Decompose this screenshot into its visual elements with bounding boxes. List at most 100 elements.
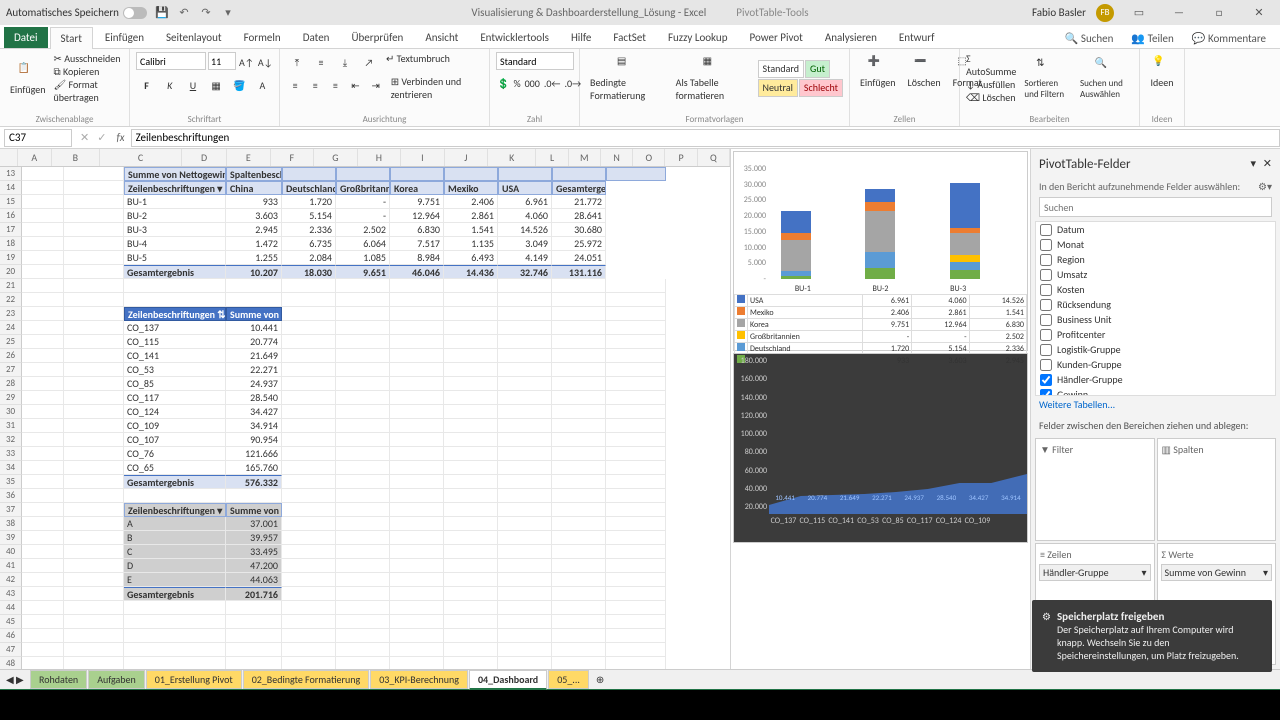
align-top-icon[interactable]: ⤒: [286, 52, 308, 72]
font-size-input[interactable]: [208, 52, 236, 70]
merge-button[interactable]: ⊞ Verbinden und zentrieren: [391, 75, 483, 101]
value-field-item[interactable]: Summe von Gewinn▾: [1161, 564, 1273, 581]
confirm-formula-icon[interactable]: ✓: [93, 131, 110, 144]
field-checkbox[interactable]: [1040, 389, 1052, 397]
avatar[interactable]: FB: [1096, 4, 1114, 22]
table-format-button[interactable]: ▦Als Tabelle formatieren: [672, 52, 754, 104]
border-button[interactable]: ▦: [206, 75, 227, 95]
autosave-toggle[interactable]: Automatisches Speichern: [6, 6, 147, 19]
tab-file[interactable]: Datei: [4, 27, 48, 48]
autosum-button[interactable]: Σ AutoSumme: [966, 52, 1016, 78]
cancel-formula-icon[interactable]: ✕: [76, 131, 93, 144]
sort-filter-button[interactable]: ⇅Sortieren und Filtern: [1020, 54, 1072, 102]
tab-layout[interactable]: Seitenlayout: [156, 27, 232, 48]
tab-review[interactable]: Überprüfen: [341, 27, 413, 48]
close-icon[interactable]: ✕: [1244, 3, 1274, 23]
comments-button[interactable]: 💬 Kommentare: [1186, 29, 1272, 48]
field-checkbox[interactable]: [1040, 344, 1052, 356]
field-checkbox[interactable]: [1040, 359, 1052, 371]
field-item[interactable]: Händler-Gruppe: [1036, 372, 1275, 387]
sheet-tab[interactable]: 05_...: [548, 670, 589, 689]
italic-button[interactable]: K: [159, 75, 180, 95]
sheet-tab[interactable]: 01_Erstellung Pivot: [146, 670, 242, 689]
align-bot-icon[interactable]: ⤓: [334, 52, 356, 72]
maximize-icon[interactable]: □: [1204, 3, 1234, 23]
sheet-tab[interactable]: 03_KPI-Berechnung: [370, 670, 468, 689]
delete-cells-button[interactable]: ➖Löschen: [904, 52, 945, 91]
field-item[interactable]: Kosten: [1036, 282, 1275, 297]
tab-powerpivot[interactable]: Power Pivot: [739, 27, 812, 48]
paste-button[interactable]: 📋Einfügen: [6, 59, 50, 98]
sheet-nav-icon[interactable]: ◀ ▶: [6, 673, 24, 686]
tab-factset[interactable]: FactSet: [603, 27, 656, 48]
field-item[interactable]: Umsatz: [1036, 267, 1275, 282]
underline-button[interactable]: U: [182, 75, 203, 95]
fields-dropdown-icon[interactable]: ▾: [1250, 157, 1256, 170]
minimize-icon[interactable]: —: [1164, 3, 1194, 23]
row-field-item[interactable]: Händler-Gruppe▾: [1039, 564, 1151, 581]
style-good[interactable]: Gut: [805, 60, 830, 78]
field-checkbox[interactable]: [1040, 269, 1052, 281]
field-item[interactable]: Monat: [1036, 237, 1275, 252]
filter-area[interactable]: ▼ Filter: [1035, 438, 1155, 541]
grow-font-icon[interactable]: A↑: [238, 52, 255, 72]
copy-button[interactable]: ⧉ Kopieren: [54, 65, 123, 78]
field-item[interactable]: Gewinn: [1036, 387, 1275, 396]
name-box[interactable]: [4, 129, 72, 147]
align-left-icon[interactable]: ≡: [286, 75, 304, 95]
field-checkbox[interactable]: [1040, 239, 1052, 251]
tab-help[interactable]: Hilfe: [561, 27, 601, 48]
style-bad[interactable]: Schlecht: [799, 79, 843, 97]
format-painter-button[interactable]: 🖌 Format übertragen: [54, 78, 123, 104]
font-color-button[interactable]: A: [252, 75, 273, 95]
sheet-tab-active[interactable]: 04_Dashboard: [469, 670, 547, 690]
notification-toast[interactable]: ⚙ Speicherplatz freigeben Der Speicherpl…: [1032, 600, 1272, 672]
tab-formulas[interactable]: Formeln: [234, 27, 291, 48]
align-mid-icon[interactable]: ≡: [310, 52, 332, 72]
tab-insert[interactable]: Einfügen: [95, 27, 154, 48]
inc-dec-icon[interactable]: .0←: [543, 73, 562, 93]
tab-start[interactable]: Start: [50, 27, 93, 49]
field-item[interactable]: Logistik-Gruppe: [1036, 342, 1275, 357]
worksheet-grid[interactable]: ABCDEFGHIJKLMNOPQ13Summe von Nettogewinn…: [0, 149, 730, 669]
currency-icon[interactable]: 💲: [496, 73, 510, 93]
comma-icon[interactable]: 000: [524, 73, 541, 93]
font-name-input[interactable]: [136, 52, 206, 70]
cut-button[interactable]: ✂ Ausschneiden: [54, 52, 123, 65]
sheet-tab[interactable]: Aufgaben: [88, 670, 145, 689]
indent-dec-icon[interactable]: ⇤: [346, 75, 364, 95]
undo-icon[interactable]: ↶: [177, 6, 191, 20]
toggle-icon[interactable]: [123, 7, 147, 19]
field-item[interactable]: Datum: [1036, 222, 1275, 237]
redo-icon[interactable]: ↷: [199, 6, 213, 20]
search-box[interactable]: 🔍 Suchen: [1059, 29, 1120, 48]
gear-icon[interactable]: ⚙▾: [1258, 180, 1272, 193]
ideas-button[interactable]: 💡Ideen: [1146, 52, 1178, 91]
align-right-icon[interactable]: ≡: [326, 75, 344, 95]
new-sheet-icon[interactable]: ⊕: [590, 673, 610, 686]
field-search-input[interactable]: [1039, 197, 1272, 217]
align-center-icon[interactable]: ≡: [306, 75, 324, 95]
formula-input[interactable]: [131, 129, 1280, 147]
cond-format-button[interactable]: ▤Bedingte Formatierung: [586, 52, 668, 104]
fx-icon[interactable]: fx: [110, 131, 130, 144]
tab-design[interactable]: Entwurf: [889, 27, 945, 48]
field-checkbox[interactable]: [1040, 254, 1052, 266]
shrink-font-icon[interactable]: A↓: [257, 52, 274, 72]
field-item[interactable]: Kunden-Gruppe: [1036, 357, 1275, 372]
sheet-tab[interactable]: Rohdaten: [30, 670, 87, 689]
field-checkbox[interactable]: [1040, 314, 1052, 326]
qat-dropdown-icon[interactable]: ▾: [221, 6, 235, 20]
fill-color-button[interactable]: 🪣: [229, 75, 250, 95]
insert-cells-button[interactable]: ➕Einfügen: [856, 52, 900, 91]
tab-view[interactable]: Ansicht: [415, 27, 468, 48]
tab-dev[interactable]: Entwicklertools: [470, 27, 559, 48]
columns-area[interactable]: ▥ Spalten: [1157, 438, 1277, 541]
style-standard[interactable]: Standard: [758, 60, 805, 78]
bold-button[interactable]: F: [136, 75, 157, 95]
close-pane-icon[interactable]: ✕: [1263, 157, 1272, 170]
percent-icon[interactable]: %: [512, 73, 521, 93]
field-item[interactable]: Region: [1036, 252, 1275, 267]
tab-fuzzy[interactable]: Fuzzy Lookup: [658, 27, 738, 48]
field-checkbox[interactable]: [1040, 284, 1052, 296]
